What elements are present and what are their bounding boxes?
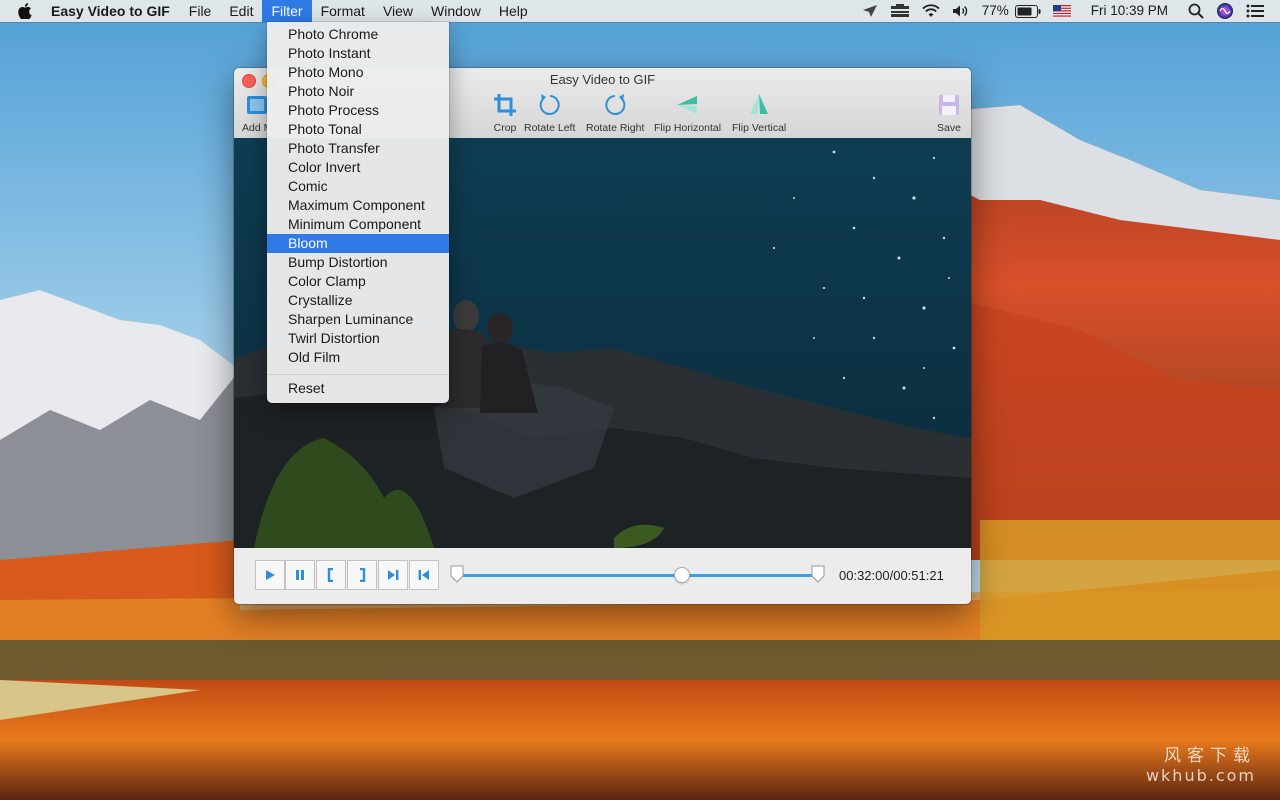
app-menu[interactable]: Easy Video to GIF: [42, 0, 180, 22]
crop-button[interactable]: Crop: [492, 92, 518, 134]
set-start-button[interactable]: [316, 560, 346, 590]
go-to-end-button[interactable]: [378, 560, 408, 590]
tray-icon[interactable]: [884, 0, 916, 22]
menu-help[interactable]: Help: [490, 0, 537, 22]
flip-vertical-label: Flip Vertical: [732, 122, 787, 134]
set-end-bracket-icon: [360, 568, 366, 582]
siri-icon[interactable]: [1210, 0, 1240, 22]
trim-end-handle[interactable]: [811, 565, 825, 583]
menu-item-color-clamp[interactable]: Color Clamp: [267, 272, 449, 291]
trim-start-handle[interactable]: [450, 565, 464, 583]
menu-bar: Easy Video to GIF File Edit Filter Forma…: [0, 0, 1280, 22]
volume-icon[interactable]: [946, 0, 976, 22]
save-label: Save: [937, 122, 961, 134]
menu-item-photo-instant[interactable]: Photo Instant: [267, 44, 449, 63]
save-icon: [937, 92, 961, 118]
watermark: 风客下载 wkhub.com: [1146, 746, 1256, 786]
menu-item-bump-distortion[interactable]: Bump Distortion: [267, 253, 449, 272]
menu-item-old-film[interactable]: Old Film: [267, 348, 449, 367]
menu-item-reset[interactable]: Reset: [267, 379, 449, 398]
flip-horizontal-label: Flip Horizontal: [654, 122, 722, 134]
us-flag-icon[interactable]: [1047, 0, 1077, 22]
go-to-start-icon: [418, 570, 429, 580]
filter-menu-dropdown: Reset Photo Chrome Photo Instant Photo Mon…: [267, 22, 449, 403]
menu-view[interactable]: View: [374, 0, 422, 22]
menu-separator: [267, 374, 449, 375]
search-icon[interactable]: [1182, 0, 1210, 22]
rotate-right-button[interactable]: Rotate Right: [586, 92, 644, 134]
flip-horizontal-icon: [675, 92, 701, 118]
rotate-right-label: Rotate Right: [586, 122, 645, 134]
menu-edit[interactable]: Edit: [220, 0, 262, 22]
menu-window[interactable]: Window: [422, 0, 490, 22]
menu-item-photo-tonal[interactable]: Photo Tonal: [267, 120, 449, 139]
rotate-left-label: Rotate Left: [524, 122, 576, 134]
menu-file[interactable]: File: [180, 0, 221, 22]
menu-item-bloom[interactable]: Bloom: [267, 234, 449, 253]
menu-item-minimum-component[interactable]: Minimum Component: [267, 215, 449, 234]
pause-button[interactable]: [285, 560, 315, 590]
menu-item-photo-chrome[interactable]: Photo Chrome: [267, 25, 449, 44]
clock[interactable]: Fri 10:39 PM: [1077, 0, 1182, 22]
watermark-line1: 风客下载: [1164, 746, 1256, 766]
set-start-bracket-icon: [327, 568, 333, 582]
menu-item-crystallize[interactable]: Crystallize: [267, 291, 449, 310]
timeline-track[interactable]: [456, 574, 819, 577]
flip-horizontal-button[interactable]: Flip Horizontal: [654, 92, 721, 134]
play-icon: [266, 570, 275, 580]
notification-list-icon[interactable]: [1240, 0, 1270, 22]
menu-item-comic[interactable]: Comic: [267, 177, 449, 196]
menu-item-photo-noir[interactable]: Photo Noir: [267, 82, 449, 101]
menu-format[interactable]: Format: [312, 0, 374, 22]
go-to-end-icon: [388, 570, 399, 580]
wifi-icon[interactable]: [916, 0, 946, 22]
menu-item-photo-transfer[interactable]: Photo Transfer: [267, 139, 449, 158]
menu-item-color-invert[interactable]: Color Invert: [267, 158, 449, 177]
rotate-left-icon: [537, 92, 563, 118]
timecode: 00:32:00/00:51:21: [839, 568, 944, 583]
flip-vertical-button[interactable]: Flip Vertical: [732, 92, 786, 134]
menu-filter[interactable]: Filter: [262, 0, 312, 22]
menu-item-maximum-component[interactable]: Maximum Component: [267, 196, 449, 215]
menu-item-photo-process[interactable]: Photo Process: [267, 101, 449, 120]
playhead-knob[interactable]: [674, 567, 691, 583]
watermark-line2: wkhub.com: [1145, 766, 1256, 785]
crop-label: Crop: [493, 122, 517, 134]
pause-icon: [296, 570, 304, 580]
location-arrow-icon[interactable]: [856, 0, 884, 22]
menu-item-photo-mono[interactable]: Photo Mono: [267, 63, 449, 82]
menu-item-twirl-distortion[interactable]: Twirl Distortion: [267, 329, 449, 348]
set-end-button[interactable]: [347, 560, 377, 590]
flip-vertical-icon: [746, 92, 772, 118]
apple-logo-icon[interactable]: [14, 0, 36, 22]
battery-icon[interactable]: [1014, 0, 1047, 22]
menu-item-sharpen-luminance[interactable]: Sharpen Luminance: [267, 310, 449, 329]
rotate-right-icon: [602, 92, 628, 118]
playback-controls: 00:32:00/00:51:21: [234, 548, 971, 604]
play-button[interactable]: [255, 560, 285, 590]
battery-percent[interactable]: 77%: [976, 0, 1015, 22]
crop-icon: [492, 92, 518, 118]
save-button[interactable]: Save: [937, 92, 961, 134]
go-to-start-button[interactable]: [409, 560, 439, 590]
rotate-left-button[interactable]: Rotate Left: [524, 92, 575, 134]
